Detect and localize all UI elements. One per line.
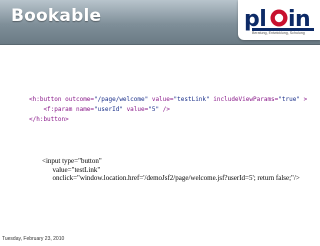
code-line1-val2: "testLink" (173, 96, 210, 103)
code-line2-attr2: value= (122, 106, 149, 113)
code-line2-tag: <f:param (29, 106, 73, 113)
html-line1: <input type="button" (42, 157, 102, 165)
code-line2-attr1: name= (72, 106, 95, 113)
company-logo: pl in Beratung, Entwicklung, Schulung (238, 0, 320, 40)
plain-logo-icon: pl in (244, 7, 314, 32)
html-line2: value="testLink" (42, 165, 101, 174)
jsf-code-snippet: <h:button outcome="/page/welcome" value=… (29, 95, 307, 125)
code-line1-val3: "true" (278, 96, 300, 103)
code-line1-attr1: outcome= (61, 96, 95, 103)
slide-date: Tuesday, February 23, 2010 (2, 236, 65, 242)
code-line2-end: /> (159, 106, 170, 113)
code-line1-val1: "/page/welcome" (94, 96, 149, 103)
code-line1-attr3: includeViewParams= (209, 96, 279, 103)
html-line3: onclick="window.location.href='/demoJsf2… (42, 174, 300, 183)
code-line2-val1: "userId" (94, 106, 123, 113)
code-line1-tag: <h:button (29, 96, 62, 103)
code-line1-end: > (299, 96, 308, 103)
code-line2-val2: "5" (148, 106, 160, 113)
code-line3-tag: </h:button> (29, 116, 69, 123)
html-code-snippet: <input type="button" value="testLink" on… (42, 157, 300, 183)
logo-tagline: Beratung, Entwicklung, Schulung (252, 31, 305, 35)
slide-title: Bookable (11, 6, 102, 26)
slide-header: Bookable pl in Beratung, Entwicklung, Sc… (0, 0, 320, 45)
code-line1-attr2: value= (148, 96, 174, 103)
